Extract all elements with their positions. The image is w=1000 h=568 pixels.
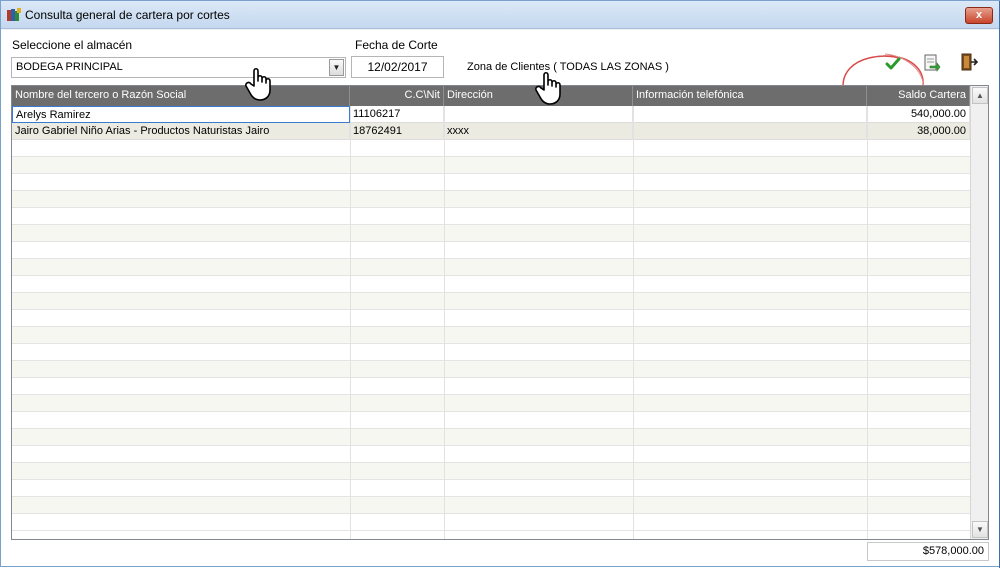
empty-table-row [12, 276, 970, 293]
hand-pointer-cursor-icon [535, 71, 561, 105]
row-address-cell[interactable] [444, 106, 633, 123]
total-balance: $578,000.00 [867, 542, 989, 561]
empty-table-row [12, 310, 970, 327]
zone-filter-link[interactable]: Zona de Clientes ( TODAS LAS ZONAS ) [467, 61, 669, 73]
table-row[interactable]: Arelys Ramirez 11106217 540,000.00 [12, 106, 970, 123]
empty-table-row [12, 344, 970, 361]
app-books-icon [7, 8, 21, 21]
row-address-cell[interactable]: xxxx [444, 123, 633, 140]
empty-table-row [12, 242, 970, 259]
export-document-icon[interactable] [921, 53, 941, 73]
grid-header: Nombre del tercero o Razón Social C.C\Ni… [12, 86, 970, 106]
cutoff-date-input[interactable]: 12/02/2017 [351, 56, 444, 78]
empty-table-row [12, 259, 970, 276]
row-balance-cell[interactable]: 540,000.00 [867, 106, 970, 123]
warehouse-selected-value: BODEGA PRINCIPAL [16, 61, 123, 73]
row-name-cell[interactable]: Jairo Gabriel Niño Arias - Productos Nat… [12, 123, 350, 140]
chevron-down-icon[interactable]: ▼ [329, 59, 344, 76]
row-phone-cell[interactable] [633, 123, 867, 140]
empty-table-row [12, 225, 970, 242]
empty-table-row [12, 140, 970, 157]
scroll-up-arrow-icon[interactable]: ▲ [972, 87, 988, 104]
empty-table-row [12, 191, 970, 208]
empty-table-row [12, 480, 970, 497]
window-title: Consulta general de cartera por cortes [25, 8, 230, 22]
empty-table-row [12, 463, 970, 480]
column-divider [444, 106, 445, 539]
warehouse-label: Seleccione el almacén [12, 38, 133, 52]
column-header-phone[interactable]: Información telefónica [633, 86, 867, 106]
empty-table-row [12, 395, 970, 412]
empty-table-row [12, 446, 970, 463]
row-name-cell[interactable]: Arelys Ramirez [12, 106, 350, 123]
table-row[interactable]: Jairo Gabriel Niño Arias - Productos Nat… [12, 123, 970, 140]
portfolio-grid: Nombre del tercero o Razón Social C.C\Ni… [11, 85, 989, 540]
empty-table-row [12, 174, 970, 191]
empty-table-row [12, 157, 970, 174]
empty-table-row [12, 497, 970, 514]
row-id-cell[interactable]: 18762491 [350, 123, 444, 140]
empty-table-row [12, 412, 970, 429]
warehouse-select[interactable]: BODEGA PRINCIPAL ▼ [11, 57, 346, 78]
row-phone-cell[interactable] [633, 106, 867, 123]
empty-table-row [12, 293, 970, 310]
column-divider [350, 106, 351, 539]
close-button[interactable]: x [965, 7, 993, 24]
empty-table-row [12, 514, 970, 531]
empty-table-row [12, 429, 970, 446]
check-icon[interactable] [883, 54, 903, 74]
exit-door-icon[interactable] [959, 52, 979, 72]
cutoff-label: Fecha de Corte [355, 38, 438, 52]
empty-table-row [12, 378, 970, 395]
grid-body: Arelys Ramirez 11106217 540,000.00 Jairo… [12, 106, 970, 539]
window: Consulta general de cartera por cortes x… [0, 0, 1000, 568]
scroll-down-arrow-icon[interactable]: ▼ [972, 521, 988, 538]
column-divider [867, 106, 868, 539]
client-area: Seleccione el almacén BODEGA PRINCIPAL ▼… [1, 30, 999, 566]
column-divider [633, 106, 634, 539]
hand-pointer-cursor-icon [245, 67, 271, 101]
column-header-balance[interactable]: Saldo Cartera [867, 86, 970, 106]
empty-table-row [12, 208, 970, 225]
title-bar: Consulta general de cartera por cortes x [1, 1, 999, 29]
row-id-cell[interactable]: 11106217 [350, 106, 444, 123]
empty-table-row [12, 361, 970, 378]
row-balance-cell[interactable]: 38,000.00 [867, 123, 970, 140]
vertical-scrollbar[interactable]: ▲ ▼ [970, 86, 988, 539]
column-header-id[interactable]: C.C\Nit [350, 86, 444, 106]
empty-table-row [12, 327, 970, 344]
column-header-name[interactable]: Nombre del tercero o Razón Social [12, 86, 350, 106]
